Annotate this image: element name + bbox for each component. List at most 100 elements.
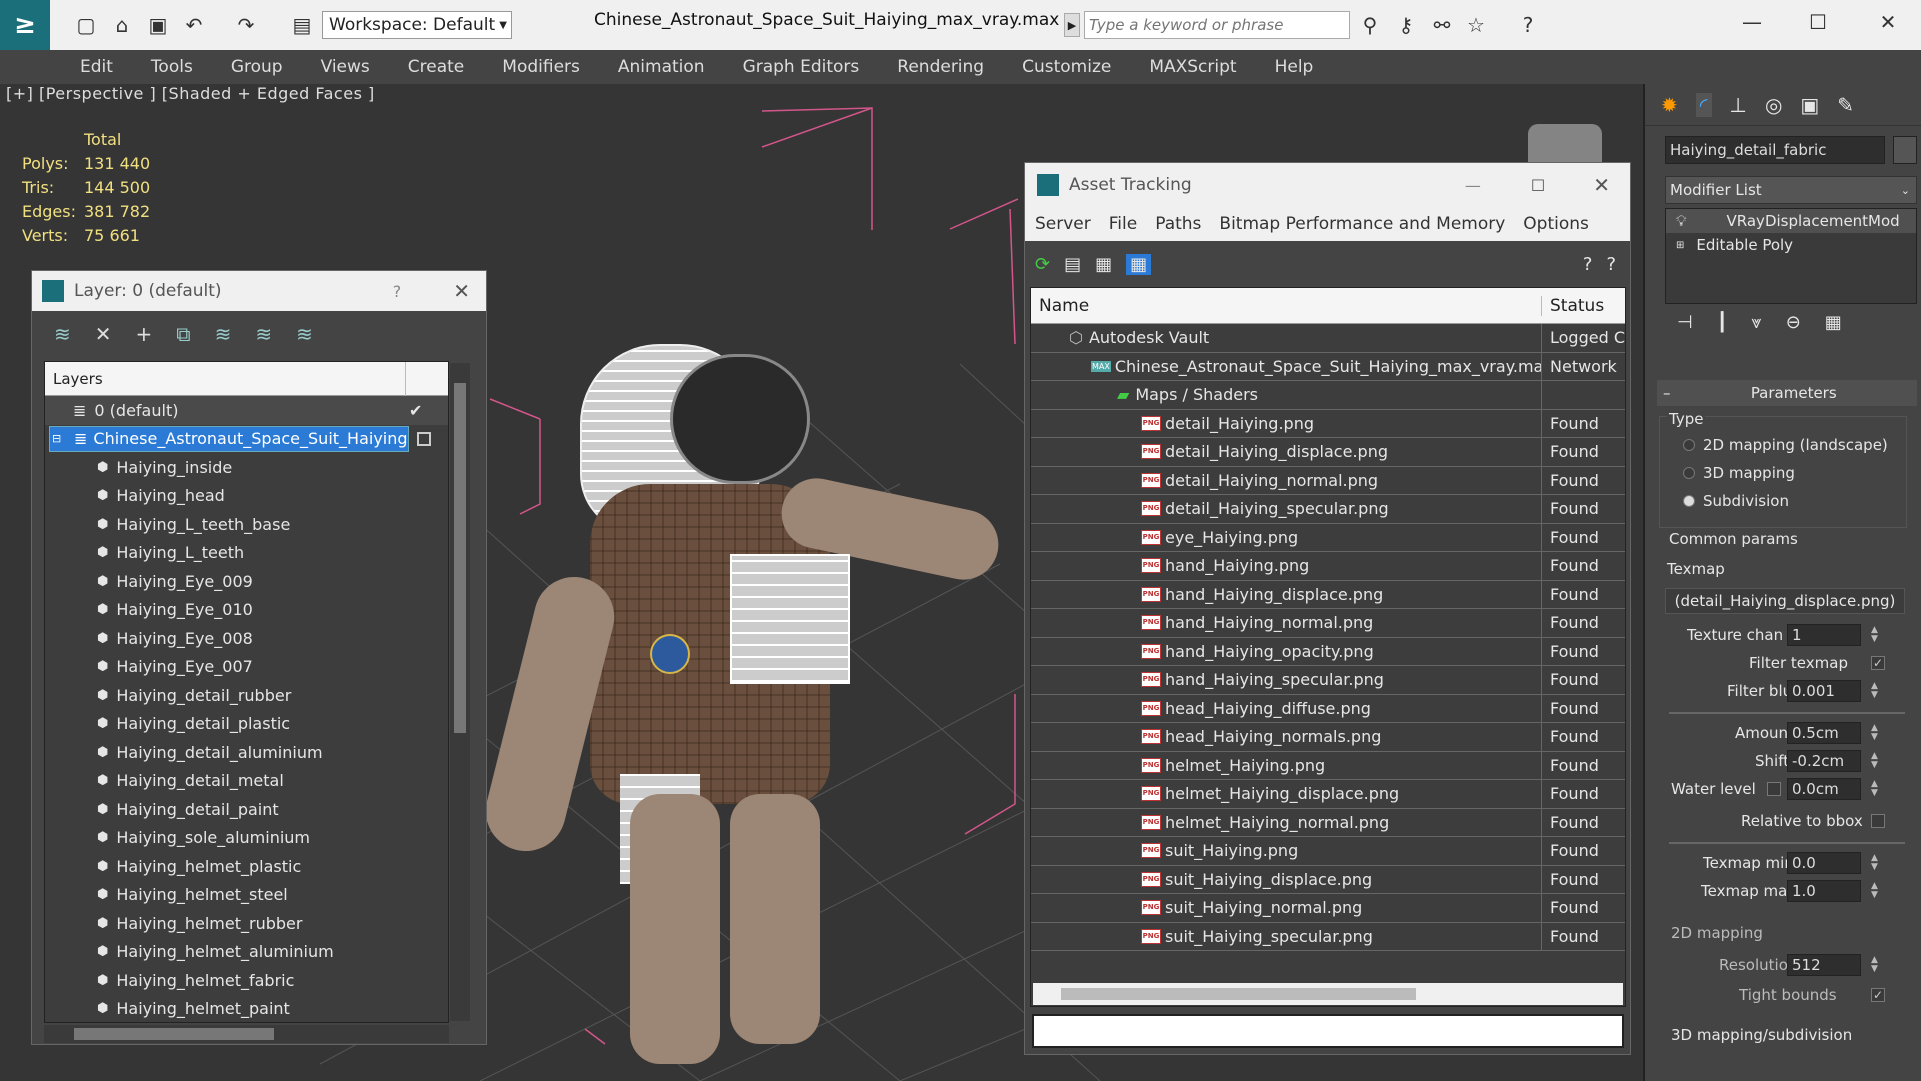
folder-row[interactable]: ▰ Maps / Shaders bbox=[1031, 381, 1625, 410]
save-icon[interactable]: ▣ bbox=[144, 11, 172, 39]
close-icon[interactable]: ✕ bbox=[1874, 8, 1902, 36]
workspace-dropdown[interactable]: Workspace: Default ▼ bbox=[322, 11, 512, 39]
layer-list[interactable]: Layers ≣ 0 (default) ✔ ⊟ ≣ Chinese_Astro… bbox=[44, 361, 449, 1023]
menu-item-group[interactable]: Group bbox=[231, 57, 283, 77]
configure-sets-icon[interactable]: ▦ bbox=[1825, 312, 1842, 333]
search-input[interactable] bbox=[1084, 11, 1350, 39]
open-file-icon[interactable]: ⌂ bbox=[108, 11, 136, 39]
menu-item-tools[interactable]: Tools bbox=[151, 57, 193, 77]
map-row[interactable]: PNG detail_Haiying_specular.png Found bbox=[1031, 495, 1625, 524]
layer-object-item[interactable]: ⬢ Haiying_helmet_fabric bbox=[45, 966, 448, 995]
layer-object-item[interactable]: ⬢ Haiying_L_teeth_base bbox=[45, 510, 448, 539]
refresh-icon[interactable]: ⟳ bbox=[1035, 254, 1050, 275]
map-row[interactable]: PNG detail_Haiying.png Found bbox=[1031, 409, 1625, 438]
relative-bbox-checkbox[interactable] bbox=[1871, 814, 1885, 828]
layer-object-item[interactable]: ⬢ Haiying_sole_aluminium bbox=[45, 824, 448, 853]
spinner-icon[interactable]: ▲ ▼ bbox=[1871, 956, 1878, 974]
display-tab-icon[interactable]: ▣ bbox=[1800, 93, 1819, 117]
layer-scrollbar[interactable] bbox=[450, 363, 470, 1021]
file-row[interactable]: MAX Chinese_Astronaut_Space_Suit_Haiying… bbox=[1031, 352, 1625, 381]
map-row[interactable]: PNG eye_Haiying.png Found bbox=[1031, 523, 1625, 552]
spinner-icon[interactable]: ▲ ▼ bbox=[1871, 682, 1878, 700]
root-layer-row[interactable]: ⊟ ≣ Chinese_Astronaut_Space_Suit_Haiying bbox=[45, 425, 448, 454]
layer-window-titlebar[interactable]: Layer: 0 (default) ? ✕ bbox=[32, 271, 486, 311]
map-row[interactable]: PNG hand_Haiying_specular.png Found bbox=[1031, 666, 1625, 695]
map-row[interactable]: PNG suit_Haiying_specular.png Found bbox=[1031, 922, 1625, 951]
menu-item-views[interactable]: Views bbox=[321, 57, 370, 77]
radio-2d-mapping[interactable]: 2D mapping (landscape) bbox=[1683, 436, 1888, 454]
map-row[interactable]: PNG helmet_Haiying_normal.png Found bbox=[1031, 808, 1625, 837]
binoculars-icon[interactable]: ⚲ bbox=[1356, 11, 1384, 39]
help-icon[interactable]: ? bbox=[1583, 254, 1593, 275]
create-tab-icon[interactable]: ✹ bbox=[1661, 93, 1678, 117]
texmap-max-input[interactable]: 1.0 bbox=[1787, 880, 1861, 902]
lightbulb-icon[interactable]: 💡︎ bbox=[1676, 212, 1687, 230]
menu-item-graph-editors[interactable]: Graph Editors bbox=[743, 57, 860, 77]
checkmark-icon[interactable]: ✔ bbox=[409, 401, 422, 420]
map-row[interactable]: PNG helmet_Haiying.png Found bbox=[1031, 751, 1625, 780]
radio-subdivision[interactable]: Subdivision bbox=[1683, 492, 1789, 510]
shift-input[interactable]: -0.2cm bbox=[1787, 750, 1861, 772]
water-level-checkbox[interactable] bbox=[1767, 782, 1781, 796]
spinner-icon[interactable]: ▲ ▼ bbox=[1871, 780, 1878, 798]
new-layer-icon[interactable]: ≋ bbox=[54, 322, 71, 346]
default-layer-row[interactable]: ≣ 0 (default) ✔ bbox=[45, 396, 448, 425]
map-row[interactable]: PNG suit_Haiying_normal.png Found bbox=[1031, 894, 1625, 923]
map-row[interactable]: PNG head_Haiying_diffuse.png Found bbox=[1031, 694, 1625, 723]
rollout-header[interactable]: – Parameters bbox=[1657, 380, 1917, 406]
spinner-icon[interactable]: ▲ ▼ bbox=[1871, 626, 1878, 644]
asset-table[interactable]: Name Status ⬡ Autodesk Vault Logged C MA… bbox=[1030, 287, 1626, 1007]
modify-tab-icon[interactable]: ◜ bbox=[1695, 92, 1712, 117]
hide-all-icon[interactable]: ≋ bbox=[255, 322, 272, 346]
layer-object-item[interactable]: ⬢ Haiying_head bbox=[45, 482, 448, 511]
menu-item-help[interactable]: Help bbox=[1275, 57, 1314, 77]
hscroll-thumb[interactable] bbox=[1061, 988, 1416, 1000]
layer-object-item[interactable]: ⬢ Haiying_helmet_aluminium bbox=[45, 938, 448, 967]
layer-object-item[interactable]: ⬢ Haiying_detail_rubber bbox=[45, 681, 448, 710]
layer-object-item[interactable]: ⬢ Haiying_Eye_008 bbox=[45, 624, 448, 653]
modifier-list-dropdown[interactable]: Modifier List ⌄ bbox=[1665, 176, 1917, 204]
show-end-result-icon[interactable]: ┃ bbox=[1717, 312, 1728, 333]
astronaut-model[interactable] bbox=[477, 254, 1020, 1074]
menu-item-edit[interactable]: Edit bbox=[80, 57, 113, 77]
key-icon[interactable]: ⚷ bbox=[1392, 11, 1420, 39]
menu-item-rendering[interactable]: Rendering bbox=[897, 57, 984, 77]
minimize-icon[interactable]: — bbox=[1738, 8, 1766, 36]
layer-object-item[interactable]: ⬢ Haiying_detail_aluminium bbox=[45, 738, 448, 767]
pin-stack-icon[interactable]: ⊣ bbox=[1677, 312, 1693, 333]
layer-object-item[interactable]: ⬢ Haiying_Eye_007 bbox=[45, 653, 448, 682]
radio-3d-mapping[interactable]: 3D mapping bbox=[1683, 464, 1795, 482]
texmap-min-input[interactable]: 0.0 bbox=[1787, 852, 1861, 874]
name-column-header[interactable]: Name bbox=[1031, 296, 1541, 316]
asset-menu-server[interactable]: Server bbox=[1035, 214, 1091, 234]
spinner-icon[interactable]: ▲ ▼ bbox=[1871, 882, 1878, 900]
spinner-icon[interactable]: ▲ ▼ bbox=[1871, 724, 1878, 742]
radio-button[interactable] bbox=[1683, 495, 1695, 507]
map-row[interactable]: PNG hand_Haiying_opacity.png Found bbox=[1031, 637, 1625, 666]
layer-hscrollbar[interactable] bbox=[44, 1025, 449, 1043]
layers-column-header[interactable]: Layers bbox=[53, 370, 103, 388]
layer-object-item[interactable]: ⬢ Haiying_detail_paint bbox=[45, 795, 448, 824]
stack-item-editable-poly[interactable]: ⊞ Editable Poly bbox=[1666, 233, 1916, 257]
map-row[interactable]: PNG suit_Haiying.png Found bbox=[1031, 837, 1625, 866]
layer-object-item[interactable]: ⬢ Haiying_Eye_010 bbox=[45, 596, 448, 625]
vault-row[interactable]: ⬡ Autodesk Vault Logged C bbox=[1031, 324, 1625, 353]
map-row[interactable]: PNG helmet_Haiying_displace.png Found bbox=[1031, 780, 1625, 809]
layer-object-item[interactable]: ⬢ Haiying_detail_plastic bbox=[45, 710, 448, 739]
hierarchy-tab-icon[interactable]: ⊥ bbox=[1730, 93, 1747, 117]
remove-modifier-icon[interactable]: ⊖ bbox=[1786, 312, 1801, 333]
thumbnail-view-icon[interactable]: ▦ bbox=[1095, 254, 1112, 275]
asset-menu-paths[interactable]: Paths bbox=[1155, 214, 1201, 234]
highlight-layer-icon[interactable]: ≋ bbox=[215, 322, 232, 346]
layer-object-item[interactable]: ⬢ Haiying_detail_metal bbox=[45, 767, 448, 796]
layer-object-item[interactable]: ⬢ Haiying_L_teeth bbox=[45, 539, 448, 568]
close-icon[interactable]: ✕ bbox=[1593, 173, 1610, 197]
resolution-input[interactable]: 512 bbox=[1787, 954, 1861, 976]
freeze-all-icon[interactable]: ≋ bbox=[296, 322, 313, 346]
object-color-swatch[interactable] bbox=[1893, 136, 1917, 164]
spinner-icon[interactable]: ▲ ▼ bbox=[1871, 752, 1878, 770]
undo-icon[interactable]: ↶ bbox=[180, 11, 208, 39]
star-icon[interactable]: ☆ bbox=[1462, 11, 1490, 39]
status-column-header[interactable]: Status bbox=[1541, 295, 1604, 316]
close-icon[interactable]: ✕ bbox=[453, 279, 470, 303]
